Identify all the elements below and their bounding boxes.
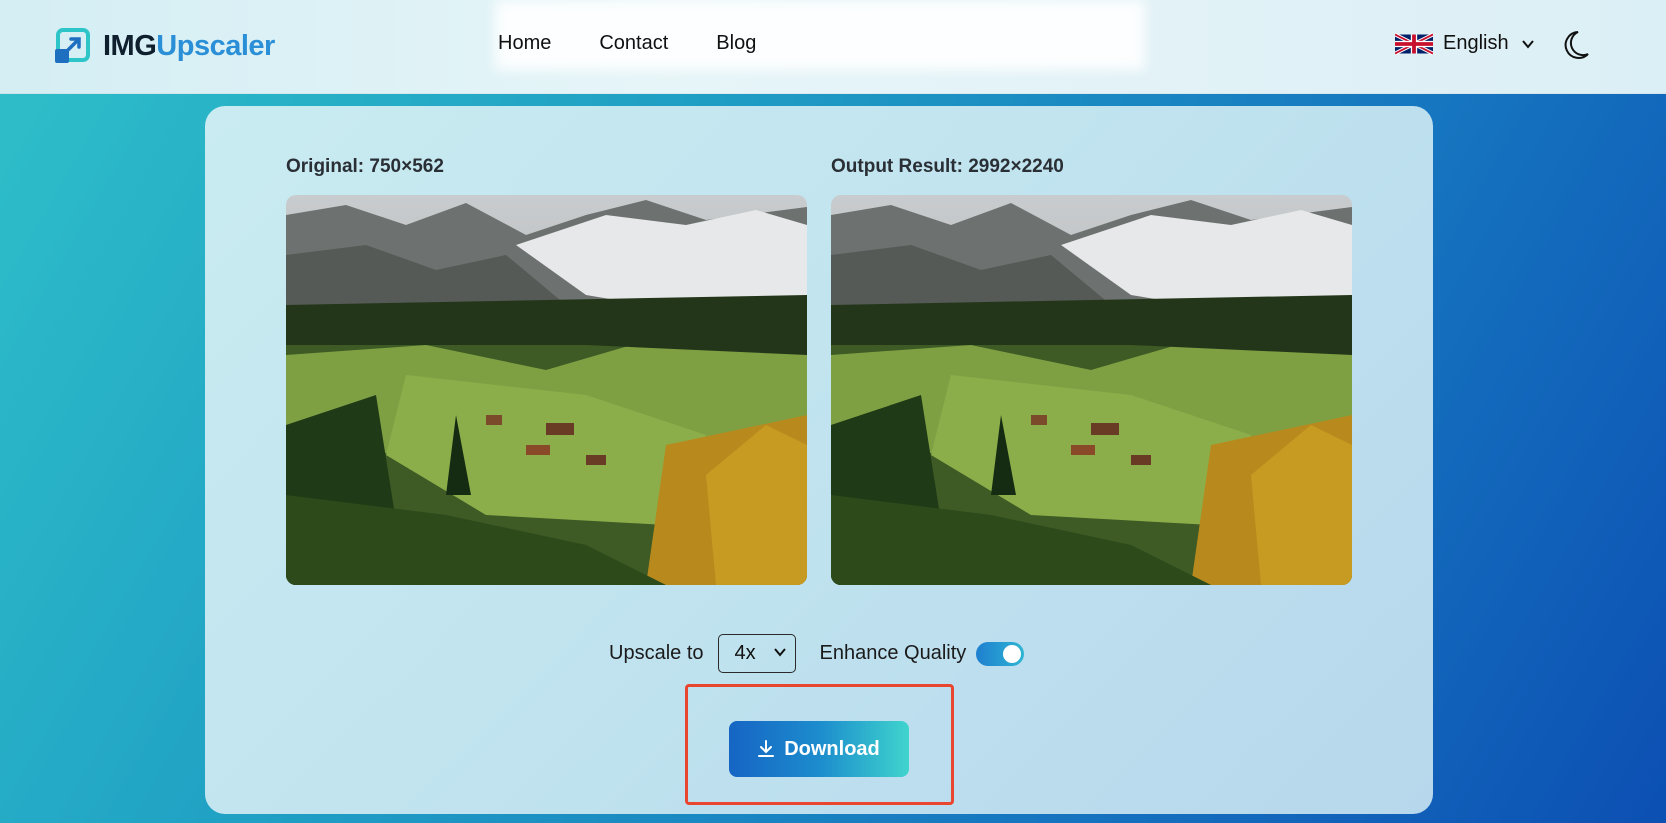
site-logo[interactable]: IMGUpscaler: [55, 26, 275, 66]
original-image: [286, 195, 807, 585]
enhance-quality-toggle[interactable]: [976, 641, 1025, 666]
nav-home[interactable]: Home: [498, 32, 551, 55]
download-button[interactable]: Download: [729, 721, 909, 777]
chevron-down-icon: [1521, 37, 1535, 51]
nav-contact[interactable]: Contact: [599, 32, 668, 55]
language-label: English: [1443, 32, 1509, 54]
download-icon: [758, 740, 775, 757]
upscale-select[interactable]: 4x: [717, 634, 796, 673]
upscale-controls: Upscale to 4x Enhance Quality: [609, 634, 1025, 673]
download-label: Download: [784, 737, 880, 760]
output-image: [831, 195, 1352, 585]
upscale-label: Upscale to: [609, 642, 704, 664]
language-selector[interactable]: English: [1394, 32, 1535, 55]
logo-text: IMGUpscaler: [103, 29, 275, 62]
nav-blog[interactable]: Blog: [716, 32, 756, 55]
uk-flag-icon: [1394, 32, 1434, 55]
moon-icon[interactable]: [1564, 30, 1592, 60]
upscale-card: Original: 750×562 Output Result: 2992×22…: [205, 106, 1433, 814]
main-nav: Home Contact Blog: [498, 32, 804, 55]
original-label: Original: 750×562: [286, 156, 444, 177]
enhance-quality-label: Enhance Quality: [819, 642, 967, 664]
chevron-down-icon: [773, 642, 787, 665]
logo-icon: [55, 27, 93, 65]
toggle-knob: [1003, 644, 1022, 663]
output-label: Output Result: 2992×2240: [831, 156, 1064, 177]
upscale-value: 4x: [734, 642, 756, 664]
site-header: IMGUpscaler Home Contact Blog English: [0, 0, 1666, 94]
